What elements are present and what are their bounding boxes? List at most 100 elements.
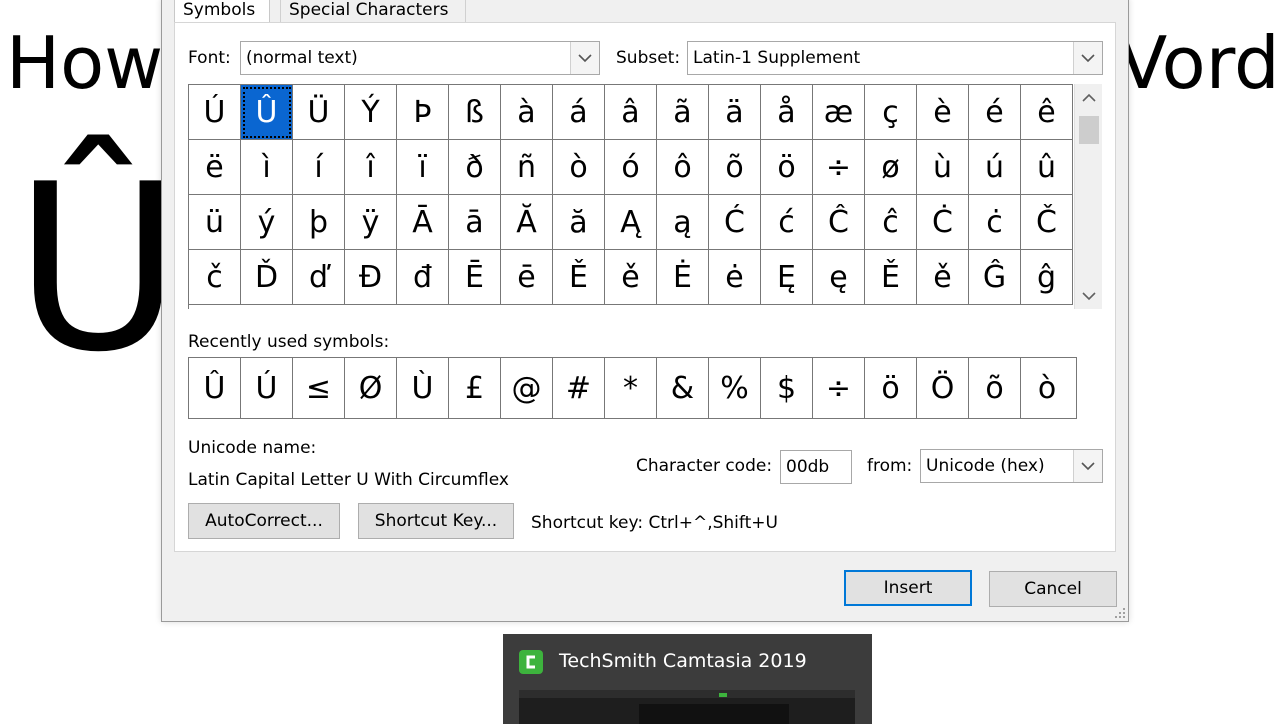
insert-button[interactable]: Insert <box>844 570 972 606</box>
recent-symbol-cell[interactable]: Û <box>189 358 241 418</box>
symbol-cell[interactable]: î <box>345 140 397 195</box>
symbol-cell[interactable]: ù <box>917 140 969 195</box>
symbol-cell[interactable]: ę <box>813 250 865 305</box>
symbol-cell[interactable]: Ĝ <box>969 250 1021 305</box>
symbol-cell[interactable]: ÷ <box>813 140 865 195</box>
symbol-cell[interactable]: ì <box>241 140 293 195</box>
recent-symbol-cell[interactable]: Ú <box>241 358 293 418</box>
symbol-cell[interactable]: ă <box>553 195 605 250</box>
shortcut-key-button[interactable]: Shortcut Key... <box>358 503 514 539</box>
symbol-cell[interactable]: ó <box>605 140 657 195</box>
symbol-cell[interactable]: Ü <box>293 85 345 140</box>
chevron-down-icon[interactable] <box>570 42 599 74</box>
symbol-cell[interactable]: ü <box>189 195 241 250</box>
symbol-cell[interactable]: ą <box>657 195 709 250</box>
taskbar-preview[interactable]: TechSmith Camtasia 2019 <box>503 634 872 724</box>
symbol-cell[interactable]: à <box>501 85 553 140</box>
symbol-cell[interactable]: Ċ <box>917 195 969 250</box>
symbol-cell[interactable]: æ <box>813 85 865 140</box>
symbol-cell[interactable]: þ <box>293 195 345 250</box>
symbol-cell[interactable]: ä <box>709 85 761 140</box>
symbol-cell[interactable]: Ý <box>345 85 397 140</box>
recent-symbol-cell[interactable]: & <box>657 358 709 418</box>
recent-symbol-cell[interactable]: ≤ <box>293 358 345 418</box>
recent-symbol-cell[interactable]: Ù <box>397 358 449 418</box>
symbol-cell[interactable]: ć <box>761 195 813 250</box>
symbol-cell[interactable]: Û <box>241 85 293 140</box>
symbol-cell[interactable]: Ě <box>865 250 917 305</box>
symbol-cell[interactable]: Ė <box>657 250 709 305</box>
symbol-cell[interactable]: Ě <box>553 250 605 305</box>
recent-symbol-cell[interactable]: $ <box>761 358 813 418</box>
symbol-cell[interactable]: Ę <box>761 250 813 305</box>
symbol-cell[interactable]: Ā <box>397 195 449 250</box>
symbol-cell[interactable]: Ă <box>501 195 553 250</box>
symbol-cell[interactable]: ú <box>969 140 1021 195</box>
symbol-cell[interactable]: ā <box>449 195 501 250</box>
font-select[interactable]: (normal text) <box>240 41 600 75</box>
symbol-cell[interactable]: Ą <box>605 195 657 250</box>
symbol-cell[interactable]: ĉ <box>865 195 917 250</box>
symbol-cell[interactable]: ö <box>761 140 813 195</box>
symbol-cell[interactable]: è <box>917 85 969 140</box>
recent-symbol-cell[interactable]: ò <box>1021 358 1073 418</box>
chevron-down-icon[interactable] <box>1073 450 1102 482</box>
autocorrect-button[interactable]: AutoCorrect... <box>188 503 340 539</box>
symbol-cell[interactable]: ÿ <box>345 195 397 250</box>
recent-symbol-cell[interactable]: £ <box>449 358 501 418</box>
symbol-cell[interactable]: â <box>605 85 657 140</box>
scroll-up-icon[interactable] <box>1075 84 1102 110</box>
symbol-cell[interactable]: é <box>969 85 1021 140</box>
recent-symbol-cell[interactable]: @ <box>501 358 553 418</box>
symbol-cell[interactable]: ý <box>241 195 293 250</box>
symbol-cell[interactable]: č <box>189 250 241 305</box>
recent-symbol-cell[interactable]: ÷ <box>813 358 865 418</box>
recent-symbol-cell[interactable]: õ <box>969 358 1021 418</box>
symbol-cell[interactable]: Ď <box>241 250 293 305</box>
recent-symbol-cell[interactable]: # <box>553 358 605 418</box>
symbol-cell[interactable]: ě <box>917 250 969 305</box>
scroll-down-icon[interactable] <box>1075 283 1102 309</box>
symbol-cell[interactable]: Ú <box>189 85 241 140</box>
symbol-cell[interactable]: ð <box>449 140 501 195</box>
symbol-cell[interactable]: ċ <box>969 195 1021 250</box>
recent-symbol-cell[interactable]: * <box>605 358 657 418</box>
recent-symbol-cell[interactable]: Ö <box>917 358 969 418</box>
recent-symbol-cell[interactable]: Ø <box>345 358 397 418</box>
tab-symbols[interactable]: Symbols <box>174 0 270 23</box>
tab-special-characters[interactable]: Special Characters <box>280 0 466 23</box>
chevron-down-icon[interactable] <box>1073 42 1102 74</box>
symbol-cell[interactable]: õ <box>709 140 761 195</box>
symbol-cell[interactable]: Đ <box>345 250 397 305</box>
symbol-cell[interactable]: ě <box>605 250 657 305</box>
symbol-cell[interactable]: ď <box>293 250 345 305</box>
symbol-cell[interactable]: á <box>553 85 605 140</box>
symbol-cell[interactable]: Þ <box>397 85 449 140</box>
symbol-cell[interactable]: ø <box>865 140 917 195</box>
subset-select[interactable]: Latin-1 Supplement <box>687 41 1103 75</box>
symbol-cell[interactable]: ñ <box>501 140 553 195</box>
recent-symbol-cell[interactable]: ö <box>865 358 917 418</box>
symbol-cell[interactable]: Č <box>1021 195 1073 250</box>
scrollbar-thumb[interactable] <box>1079 116 1099 144</box>
recent-symbol-cell[interactable]: % <box>709 358 761 418</box>
symbol-cell[interactable]: å <box>761 85 813 140</box>
symbol-cell[interactable]: ò <box>553 140 605 195</box>
symbol-cell[interactable]: đ <box>397 250 449 305</box>
symbol-cell[interactable]: ë <box>189 140 241 195</box>
symbol-cell[interactable]: í <box>293 140 345 195</box>
symbol-cell[interactable]: ï <box>397 140 449 195</box>
symbol-cell[interactable]: ô <box>657 140 709 195</box>
symbol-cell[interactable]: ç <box>865 85 917 140</box>
cancel-button[interactable]: Cancel <box>989 571 1117 607</box>
symbol-cell[interactable]: ė <box>709 250 761 305</box>
resize-grip-icon[interactable] <box>1114 607 1126 619</box>
symbol-cell[interactable]: û <box>1021 140 1073 195</box>
symbol-cell[interactable]: Ē <box>449 250 501 305</box>
symbol-cell[interactable]: Ć <box>709 195 761 250</box>
symbol-grid-scrollbar[interactable] <box>1074 84 1102 309</box>
symbol-cell[interactable]: Ĉ <box>813 195 865 250</box>
symbol-cell[interactable]: ē <box>501 250 553 305</box>
symbol-cell[interactable]: ê <box>1021 85 1073 140</box>
character-code-input[interactable]: 00db <box>780 450 852 484</box>
